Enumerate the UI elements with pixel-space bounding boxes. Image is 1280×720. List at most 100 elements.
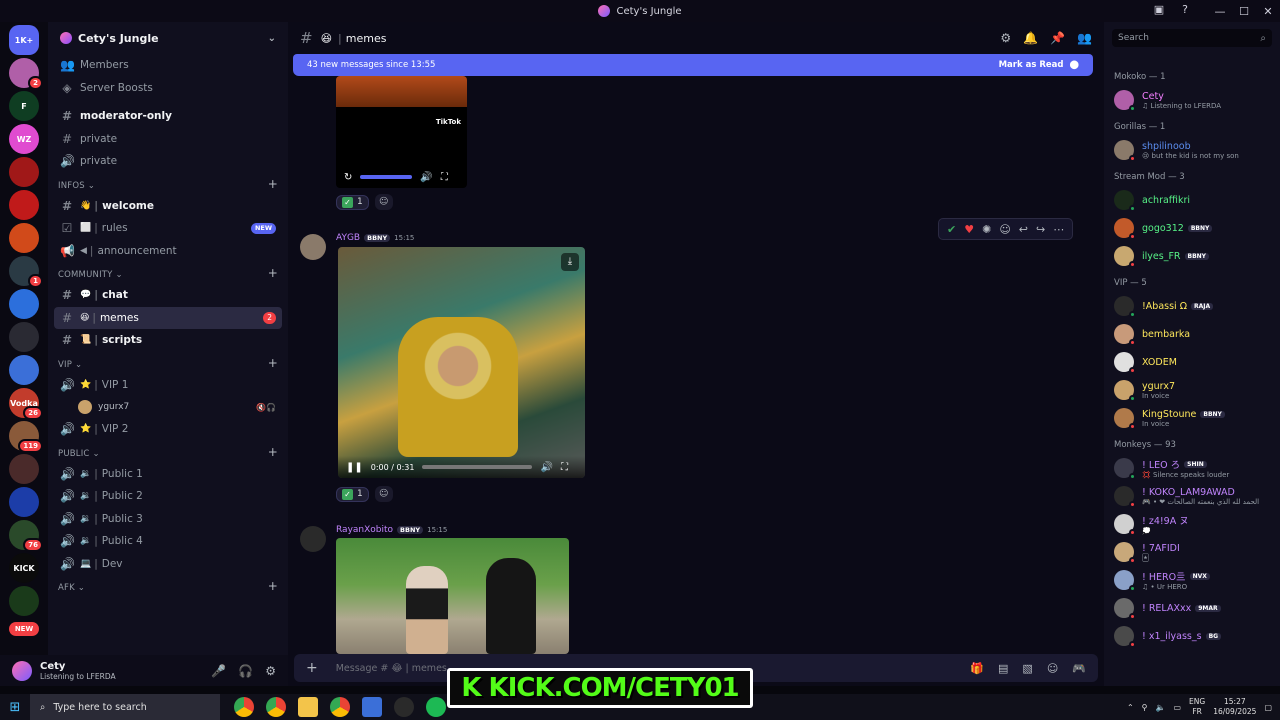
new-messages-bar[interactable]: 43 new messages since 13:55 Mark as Read…	[293, 54, 1093, 76]
video-attachment[interactable]: TikTok ↻ 🔊 ⛶	[336, 76, 467, 188]
member-row[interactable]: ! LEO ろ SHIN 💢 Silence speaks louder	[1104, 454, 1280, 482]
member-row[interactable]: shpilinoob 😢 but the kid is not my son	[1104, 136, 1280, 164]
pause-icon[interactable]: ❚❚	[346, 462, 363, 473]
server-icon[interactable]	[9, 586, 39, 616]
member-row[interactable]: ! x1_ilyass_s BG	[1104, 622, 1280, 650]
server-icon[interactable]: 2	[9, 58, 43, 90]
server-icon[interactable]: 1	[9, 256, 43, 288]
category-infos[interactable]: INFOS ⌄ +	[48, 173, 288, 195]
member-row[interactable]: ! z4!9A ヌ 💭	[1104, 510, 1280, 538]
network-icon[interactable]: ⚲	[1142, 703, 1148, 712]
add-channel-icon[interactable]: +	[268, 266, 278, 280]
add-reaction-icon[interactable]: ☺	[999, 223, 1010, 236]
channel-public2[interactable]: 🔊 🔉 | Public 2	[48, 485, 288, 508]
chrome-icon[interactable]	[234, 697, 254, 717]
server-icon[interactable]	[9, 157, 39, 187]
clock[interactable]: 15:27 16/09/2025	[1213, 697, 1256, 717]
pin-icon[interactable]: 📌	[1050, 31, 1065, 45]
server-icon[interactable]	[9, 454, 39, 484]
member-row[interactable]: ! HERO亖 NVX ♫ • Ur HERO	[1104, 566, 1280, 594]
channel-vip1[interactable]: 🔊 ⭐ | VIP 1	[48, 374, 288, 397]
guild-header[interactable]: Cety's Jungle ⌄	[48, 22, 288, 54]
help-icon[interactable]: ?	[1178, 3, 1192, 17]
emoji-icon[interactable]: ☺	[1047, 662, 1058, 675]
channel-public4[interactable]: 🔊 🔉 | Public 4	[48, 530, 288, 553]
windows-start-icon[interactable]: ⊞	[0, 700, 30, 715]
member-row[interactable]: gogo312 BBNY	[1104, 214, 1280, 242]
file-explorer-icon[interactable]	[298, 697, 318, 717]
category-public[interactable]: PUBLIC ⌄ +	[48, 441, 288, 463]
server-icon[interactable]	[9, 322, 39, 352]
volume-bar[interactable]	[360, 175, 413, 179]
member-row[interactable]: ! 7AFIDI 🃏	[1104, 538, 1280, 566]
activity-icon[interactable]: 🎮	[1072, 662, 1086, 675]
server-icon[interactable]: WZ	[9, 124, 39, 154]
sticker-icon[interactable]: ▧	[1022, 662, 1032, 675]
server-icon[interactable]: KICK	[9, 553, 39, 583]
add-channel-icon[interactable]: +	[268, 579, 278, 593]
member-row[interactable]: ilyes_FR BBNY	[1104, 242, 1280, 270]
channel-welcome[interactable]: # 👋 | welcome	[48, 195, 288, 218]
app-icon[interactable]	[362, 697, 382, 717]
chrome-icon[interactable]	[266, 697, 286, 717]
avatar[interactable]	[300, 526, 326, 552]
chrome-icon[interactable]	[330, 697, 350, 717]
voice-member[interactable]: ygurx7 🔇🎧	[48, 396, 288, 418]
mark-as-read-button[interactable]: Mark as Read	[999, 60, 1064, 70]
member-row[interactable]: XODEM	[1104, 348, 1280, 376]
video-progress[interactable]	[422, 465, 533, 469]
user-avatar[interactable]	[12, 660, 32, 681]
volume-icon[interactable]: 🔊	[420, 172, 432, 183]
channel-scripts[interactable]: # 📜 | scripts	[48, 329, 288, 352]
member-list-icon[interactable]: 👥	[1077, 31, 1092, 45]
video-attachment[interactable]: ⤓ ❚❚ 0:00 / 0:31 🔊 ⛶	[338, 247, 585, 478]
maximize-button[interactable]: ☐	[1232, 5, 1256, 18]
server-icon[interactable]: 119	[9, 421, 43, 453]
display-icon[interactable]: ▭	[1173, 703, 1181, 712]
member-row[interactable]: bembarka	[1104, 320, 1280, 348]
server-icon[interactable]	[9, 190, 39, 220]
check-reaction-icon[interactable]: ✔	[947, 223, 956, 236]
reply-icon[interactable]: ↩	[1019, 223, 1028, 236]
channel-vip2[interactable]: 🔊 ⭐ | VIP 2	[48, 418, 288, 441]
volume-tray-icon[interactable]: 🔈	[1156, 703, 1166, 712]
fullscreen-icon[interactable]: ⛶	[441, 172, 448, 183]
heart-reaction-icon[interactable]: ♥	[964, 223, 974, 236]
tray-expand-icon[interactable]: ⌃	[1127, 703, 1134, 712]
more-icon[interactable]: ⋯	[1053, 223, 1064, 236]
add-reaction-icon[interactable]: ☺	[374, 486, 393, 502]
video-attachment[interactable]	[336, 538, 569, 654]
replay-icon[interactable]: ↻	[344, 172, 352, 183]
microphone-icon[interactable]: 🎤	[211, 664, 226, 678]
fullscreen-icon[interactable]: ⛶	[561, 462, 568, 473]
channel-public1[interactable]: 🔊 🔉 | Public 1	[48, 463, 288, 486]
minimize-button[interactable]: —	[1208, 5, 1232, 18]
taskbar-search[interactable]: ⌕ Type here to search	[30, 694, 220, 720]
message-author[interactable]: RayanXobito	[336, 525, 393, 535]
avatar[interactable]	[300, 234, 326, 260]
channel-private-voice[interactable]: 🔊 private	[48, 150, 288, 173]
channel-chat[interactable]: # 💬 | chat	[48, 284, 288, 307]
add-channel-icon[interactable]: +	[268, 356, 278, 370]
obs-icon[interactable]	[394, 697, 414, 717]
gif-icon[interactable]: ▤	[998, 662, 1008, 675]
sparkle-reaction-icon[interactable]: ✺	[982, 223, 991, 236]
forward-icon[interactable]: ↪	[1036, 223, 1045, 236]
member-row[interactable]: ! RELAXxx 9MAR	[1104, 594, 1280, 622]
channel-server-boosts[interactable]: ◈ Server Boosts	[48, 77, 288, 100]
channel-moderator-only[interactable]: # moderator-only	[48, 105, 288, 128]
language-indicator[interactable]: ENG FR	[1189, 697, 1205, 717]
channel-public3[interactable]: 🔊 🔉 | Public 3	[48, 508, 288, 531]
member-row[interactable]: !Abassi Ω RAJA	[1104, 292, 1280, 320]
member-row[interactable]: ! KOKO_LAM9AWAD 🎮 • ❤ الحمد لله الذي بنعم…	[1104, 482, 1280, 510]
add-channel-icon[interactable]: +	[268, 177, 278, 191]
member-row[interactable]: KingStoune BBNY In voice	[1104, 404, 1280, 432]
attach-plus-icon[interactable]: +	[306, 660, 318, 676]
spotify-icon[interactable]	[426, 697, 446, 717]
member-row[interactable]: achraffikri	[1104, 186, 1280, 214]
member-row[interactable]: ygurx7 In voice	[1104, 376, 1280, 404]
server-icon[interactable]: 1K+	[9, 25, 39, 55]
settings-gear-icon[interactable]: ⚙	[265, 664, 276, 678]
close-button[interactable]: ✕	[1256, 5, 1280, 18]
add-reaction-icon[interactable]: ☺	[374, 194, 393, 210]
